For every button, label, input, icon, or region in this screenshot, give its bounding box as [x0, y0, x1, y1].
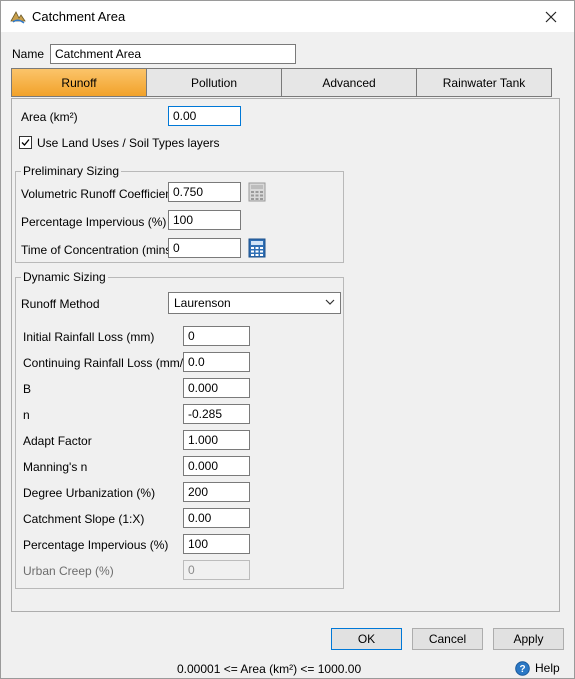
runoff-method-select[interactable]: Laurenson	[168, 292, 341, 314]
preliminary-sizing-title: Preliminary Sizing	[21, 164, 122, 178]
time-of-concentration-label: Time of Concentration (mins)	[21, 243, 176, 257]
runoff-coefficient-label: Volumetric Runoff Coefficient	[21, 187, 176, 201]
continuing-rainfall-loss-label: Continuing Rainfall Loss (mm/hr)	[23, 356, 198, 370]
chevron-down-icon	[325, 299, 335, 305]
window-title: Catchment Area	[32, 9, 126, 24]
help-label: Help	[535, 661, 560, 675]
n-label: n	[23, 408, 30, 422]
ok-button[interactable]: OK	[331, 628, 402, 650]
catchment-app-icon	[10, 11, 26, 24]
dynamic-sizing-title: Dynamic Sizing	[21, 270, 108, 284]
initial-rainfall-loss-label: Initial Rainfall Loss (mm)	[23, 330, 155, 344]
continuing-rainfall-loss-input[interactable]: 0.0	[183, 352, 250, 372]
apply-button[interactable]: Apply	[493, 628, 564, 650]
dynamic-sizing-group: Dynamic Sizing Runoff Method Laurenson I…	[15, 270, 344, 589]
area-range-status: 0.00001 <= Area (km²) <= 1000.00	[177, 662, 362, 676]
b-label: B	[23, 382, 32, 396]
tab-advanced[interactable]: Advanced	[281, 68, 417, 97]
use-layers-label: Use Land Uses / Soil Types layers	[37, 136, 220, 150]
area-label: Area (km²)	[21, 110, 78, 124]
urban-creep-label: Urban Creep (%)	[23, 564, 114, 578]
degree-urbanization-label: Degree Urbanization (%)	[23, 486, 156, 500]
runoff-coefficient-input[interactable]: 0.750	[168, 182, 241, 202]
dialog-window: Catchment Area Name Catchment Area Runof…	[0, 0, 575, 679]
percentage-impervious-label: Percentage Impervious (%)	[21, 215, 167, 229]
initial-rainfall-loss-input[interactable]: 0	[183, 326, 250, 346]
time-of-concentration-input[interactable]: 0	[168, 238, 241, 258]
tab-runoff[interactable]: Runoff	[11, 68, 147, 97]
name-input[interactable]: Catchment Area	[50, 44, 296, 64]
mannings-n-input[interactable]: 0.000	[183, 456, 250, 476]
area-input[interactable]: 0.00	[168, 106, 241, 126]
percentage-impervious-input[interactable]: 100	[168, 210, 241, 230]
adapt-factor-input[interactable]: 1.000	[183, 430, 250, 450]
runoff-method-label: Runoff Method	[21, 297, 100, 311]
urban-creep-input: 0	[183, 560, 250, 580]
close-button[interactable]	[528, 1, 574, 32]
tab-pollution[interactable]: Pollution	[146, 68, 282, 97]
close-icon	[545, 11, 557, 22]
tab-rainwater-tank[interactable]: Rainwater Tank	[416, 68, 552, 97]
runoff-method-value: Laurenson	[174, 296, 231, 310]
b-input[interactable]: 0.000	[183, 378, 250, 398]
catchment-slope-input[interactable]: 0.00	[183, 508, 250, 528]
catchment-slope-label: Catchment Slope (1:X)	[23, 512, 145, 526]
dynamic-percentage-impervious-input[interactable]: 100	[183, 534, 250, 554]
checkmark-icon	[21, 139, 30, 146]
help-link[interactable]: ? Help	[515, 660, 560, 676]
title-bar: Catchment Area	[1, 1, 574, 32]
dynamic-percentage-impervious-label: Percentage Impervious (%)	[23, 538, 169, 552]
n-input[interactable]: -0.285	[183, 404, 250, 424]
runoff-panel: Area (km²) 0.00 Use Land Uses / Soil Typ…	[11, 98, 560, 612]
degree-urbanization-input[interactable]: 200	[183, 482, 250, 502]
calculator-icon[interactable]	[248, 182, 266, 202]
cancel-button[interactable]: Cancel	[412, 628, 483, 650]
help-icon: ?	[515, 660, 530, 676]
tab-strip: Runoff Pollution Advanced Rainwater Tank	[11, 68, 552, 98]
use-layers-checkbox[interactable]	[19, 136, 32, 149]
mannings-n-label: Manning's n	[23, 460, 88, 474]
svg-text:?: ?	[519, 664, 525, 675]
preliminary-sizing-group: Preliminary Sizing Volumetric Runoff Coe…	[15, 164, 344, 263]
calculator-icon[interactable]	[248, 238, 266, 258]
adapt-factor-label: Adapt Factor	[23, 434, 92, 448]
name-label: Name	[12, 47, 45, 61]
